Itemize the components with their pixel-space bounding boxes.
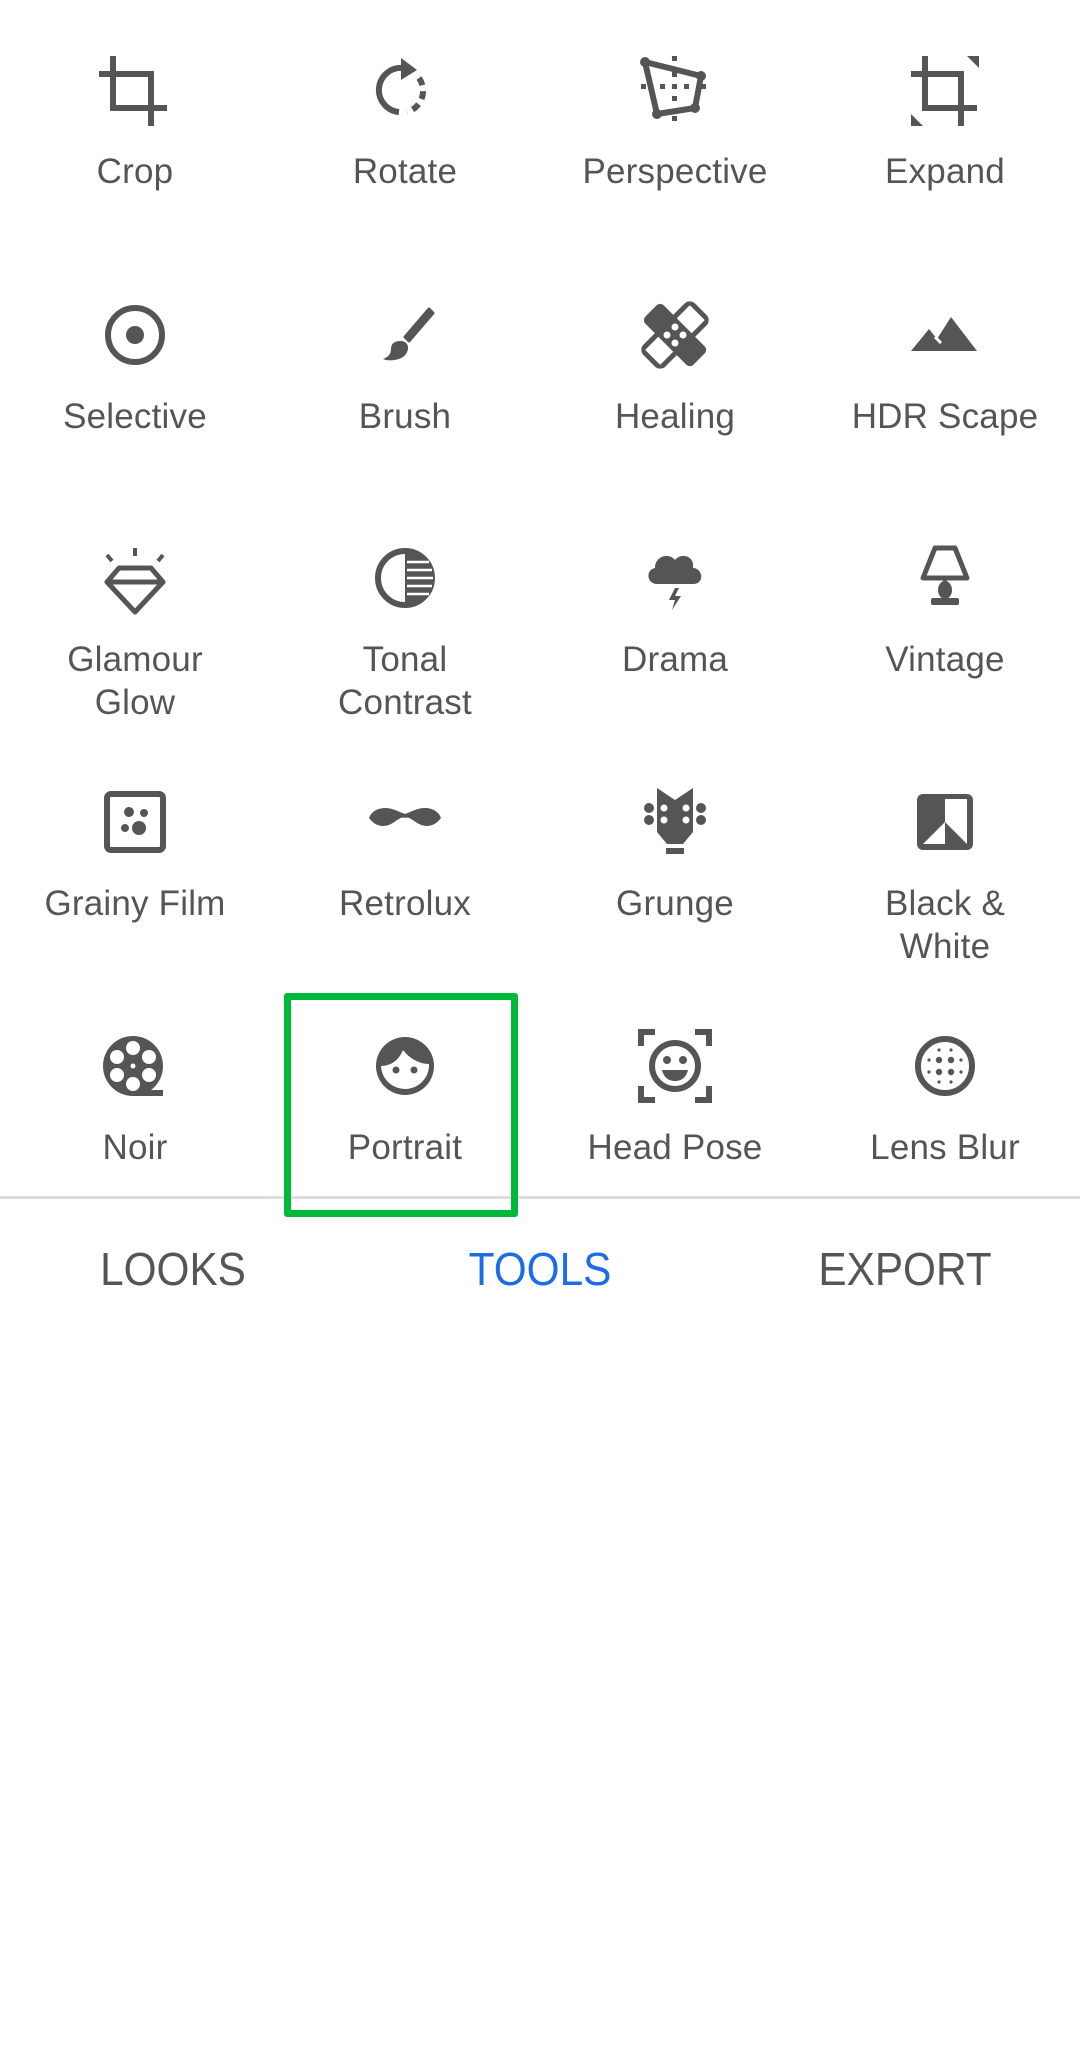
tool-crop[interactable]: Crop xyxy=(0,0,270,240)
tool-lens-blur[interactable]: Lens Blur xyxy=(810,976,1080,1216)
tools-grid: Crop Rotate Perspective Expand Selective… xyxy=(0,0,1080,1196)
perspective-icon xyxy=(635,50,715,130)
mountain-icon xyxy=(905,295,985,375)
guitar-head-icon xyxy=(635,782,715,862)
tool-rotate[interactable]: Rotate xyxy=(270,0,540,240)
tool-tonal-contrast[interactable]: Tonal Contrast xyxy=(270,488,540,728)
tool-selective[interactable]: Selective xyxy=(0,245,270,485)
diamond-icon xyxy=(95,538,175,618)
tool-healing[interactable]: Healing xyxy=(540,245,810,485)
tool-label: Healing xyxy=(614,397,736,436)
tool-label: HDR Scape xyxy=(851,397,1039,436)
tool-label: Drama xyxy=(621,640,729,679)
tab-export[interactable]: EXPORT xyxy=(818,1241,991,1297)
tool-glamour-glow[interactable]: Glamour Glow xyxy=(0,488,270,728)
brush-icon xyxy=(365,295,445,375)
tool-label: Head Pose xyxy=(587,1128,763,1167)
lamp-icon xyxy=(905,538,985,618)
black-white-icon xyxy=(905,782,985,862)
tool-label: Glamour Glow xyxy=(67,640,203,722)
storm-cloud-icon xyxy=(635,538,715,618)
rotate-icon xyxy=(365,50,445,130)
tool-label: Retrolux xyxy=(339,884,471,923)
tool-noir[interactable]: Noir xyxy=(0,976,270,1216)
tool-label: Grunge xyxy=(616,884,734,923)
lens-blur-icon xyxy=(905,1026,985,1106)
tonal-contrast-icon xyxy=(365,538,445,618)
tool-grainy-film[interactable]: Grainy Film xyxy=(0,732,270,972)
expand-icon xyxy=(905,50,985,130)
tool-vintage[interactable]: Vintage xyxy=(810,488,1080,728)
empty-content-area xyxy=(0,1339,1080,2064)
tool-label: Black & White xyxy=(884,884,1006,966)
tool-label: Tonal Contrast xyxy=(338,640,472,722)
tool-label: Vintage xyxy=(885,640,1005,679)
face-icon xyxy=(365,1026,445,1106)
tab-looks[interactable]: LOOKS xyxy=(100,1241,246,1297)
bottom-tab-bar: LOOKS TOOLS EXPORT xyxy=(0,1199,1080,1339)
tool-label: Brush xyxy=(358,397,452,436)
grainy-film-icon xyxy=(95,782,175,862)
mustache-icon xyxy=(365,782,445,862)
tool-grunge[interactable]: Grunge xyxy=(540,732,810,972)
tool-label: Grainy Film xyxy=(44,884,226,923)
tab-tools[interactable]: TOOLS xyxy=(469,1241,612,1297)
tool-drama[interactable]: Drama xyxy=(540,488,810,728)
face-frame-icon xyxy=(635,1026,715,1106)
healing-bandage-icon xyxy=(635,295,715,375)
tool-label: Expand xyxy=(885,152,1005,191)
tool-retrolux[interactable]: Retrolux xyxy=(270,732,540,972)
tool-black-white[interactable]: Black & White xyxy=(810,732,1080,972)
tool-head-pose[interactable]: Head Pose xyxy=(540,976,810,1216)
tool-label: Selective xyxy=(63,397,207,436)
tool-perspective[interactable]: Perspective xyxy=(540,0,810,240)
tool-label: Perspective xyxy=(582,152,768,191)
film-reel-icon xyxy=(95,1026,175,1106)
crop-icon xyxy=(95,50,175,130)
tool-label: Noir xyxy=(102,1128,168,1167)
tool-expand[interactable]: Expand xyxy=(810,0,1080,240)
tool-label: Lens Blur xyxy=(870,1128,1020,1167)
tool-label: Crop xyxy=(96,152,174,191)
tool-portrait[interactable]: Portrait xyxy=(270,976,540,1216)
tool-label: Portrait xyxy=(347,1128,463,1167)
tool-brush[interactable]: Brush xyxy=(270,245,540,485)
tool-label: Rotate xyxy=(352,152,458,191)
tool-hdr-scape[interactable]: HDR Scape xyxy=(810,245,1080,485)
selective-icon xyxy=(95,295,175,375)
